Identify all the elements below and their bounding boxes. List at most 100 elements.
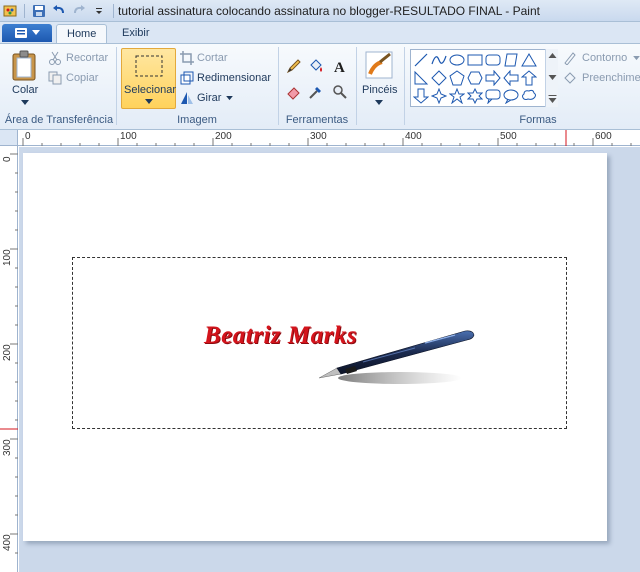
magnifier-tool[interactable]	[330, 82, 350, 102]
resize-icon	[180, 71, 194, 85]
brushes-label: Pincéis	[362, 84, 398, 96]
fill-bucket-icon	[564, 72, 576, 84]
resize-button[interactable]: Redimensionar	[180, 70, 276, 86]
group-separator	[278, 47, 279, 125]
ruler-label: 400	[405, 131, 422, 142]
rounded-rectangle-shape-icon[interactable]	[485, 52, 501, 68]
scissors-icon	[49, 51, 61, 65]
oval-callout-shape-icon[interactable]	[503, 88, 519, 104]
customize-qat-chevron-icon[interactable]	[91, 3, 107, 19]
chevron-down-icon	[226, 96, 233, 101]
four-point-star-shape-icon[interactable]	[431, 88, 447, 104]
copy-label: Copiar	[66, 72, 99, 84]
group-separator	[356, 47, 357, 125]
copy-button[interactable]: Copiar	[48, 70, 114, 86]
hexagon-shape-icon[interactable]	[467, 70, 483, 86]
copy-icon	[48, 71, 62, 85]
group-separator	[116, 47, 117, 125]
window-title: tutorial assinatura colocando assinatura…	[118, 4, 540, 18]
rectangle-shape-icon[interactable]	[467, 52, 483, 68]
up-arrow-shape-icon[interactable]	[521, 70, 537, 86]
select-button[interactable]: Selecionar	[121, 48, 176, 109]
ruler-corner	[0, 130, 18, 146]
brushes-button[interactable]: Pincéis	[360, 48, 400, 108]
ruler-label: 600	[595, 131, 612, 142]
rotate-label: Girar	[197, 92, 222, 104]
select-label: Selecionar	[124, 84, 176, 96]
rounded-callout-shape-icon[interactable]	[485, 88, 501, 104]
paint-menu-button[interactable]	[2, 24, 52, 42]
pencil-tool[interactable]	[284, 56, 304, 76]
cloud-callout-shape-icon[interactable]	[521, 88, 537, 104]
ruler-label: 300	[310, 131, 327, 142]
fill-tool[interactable]	[306, 56, 326, 76]
curve-shape-icon[interactable]	[431, 52, 447, 68]
paste-label: Colar	[12, 84, 39, 96]
pentagon-shape-icon[interactable]	[449, 70, 465, 86]
vertical-ruler: 0 100 200 300 400	[0, 146, 18, 572]
clipboard-group-label: Área de Transferência	[4, 114, 114, 126]
ruler-label: 300	[2, 439, 13, 456]
ruler-label: 100	[2, 249, 13, 266]
polygon-shape-icon[interactable]	[503, 52, 519, 68]
ribbon-tab-row: Home Exibir	[0, 22, 640, 44]
pen-image	[318, 330, 475, 384]
outline-button[interactable]: Contorno	[563, 50, 640, 66]
outline-pen-icon	[564, 52, 576, 65]
chevron-down-icon	[633, 56, 640, 61]
text-icon: A	[334, 60, 345, 74]
ruler-label: 100	[120, 131, 137, 142]
svg-text:A: A	[334, 60, 345, 74]
tab-home[interactable]: Home	[56, 24, 108, 44]
right-arrow-shape-icon[interactable]	[485, 70, 501, 86]
scroll-down-icon[interactable]	[548, 75, 557, 81]
ruler-label: 200	[215, 131, 232, 142]
line-shape-icon[interactable]	[413, 52, 429, 68]
oval-shape-icon[interactable]	[449, 52, 465, 68]
left-arrow-shape-icon[interactable]	[503, 70, 519, 86]
save-icon[interactable]	[31, 3, 47, 19]
crop-label: Cortar	[197, 52, 228, 64]
brush-icon	[365, 51, 393, 79]
cut-label: Recortar	[66, 52, 109, 64]
rotate-icon	[181, 92, 193, 104]
ruler-label: 0	[2, 156, 13, 162]
fill-button[interactable]: Preenchime	[563, 70, 640, 86]
right-triangle-shape-icon[interactable]	[413, 70, 429, 86]
diamond-shape-icon[interactable]	[431, 70, 447, 86]
eyedropper-icon	[309, 87, 321, 99]
chevron-down-icon	[145, 99, 153, 104]
cut-button[interactable]: Recortar	[48, 50, 114, 66]
eraser-icon	[287, 87, 300, 100]
six-point-star-shape-icon[interactable]	[467, 88, 483, 104]
scroll-up-icon[interactable]	[548, 53, 557, 59]
undo-icon[interactable]	[51, 3, 67, 19]
shapes-gallery	[410, 49, 558, 107]
group-separator	[404, 47, 405, 125]
paint-app-icon[interactable]	[2, 3, 18, 19]
ruler-label: 200	[2, 344, 13, 361]
five-point-star-shape-icon[interactable]	[449, 88, 465, 104]
gallery-expand-icon[interactable]	[548, 95, 557, 103]
magnifier-icon	[333, 85, 347, 99]
tools-group-label: Ferramentas	[285, 114, 349, 126]
text-tool[interactable]: A	[330, 56, 350, 76]
rotate-button[interactable]: Girar	[180, 90, 240, 106]
crop-icon	[180, 51, 194, 65]
shapes-gallery-scroll[interactable]	[545, 49, 558, 107]
qat-separator	[24, 4, 25, 18]
qat-separator	[113, 4, 114, 18]
paste-button[interactable]: Colar	[6, 48, 44, 108]
tab-exibir[interactable]: Exibir	[112, 24, 160, 44]
chevron-down-icon	[21, 100, 29, 105]
down-arrow-shape-icon[interactable]	[413, 88, 429, 104]
title-bar: tutorial assinatura colocando assinatura…	[0, 0, 640, 22]
fill-label: Preenchime	[582, 72, 640, 84]
crop-button[interactable]: Cortar	[180, 50, 240, 66]
color-picker-tool[interactable]	[306, 82, 326, 102]
horizontal-ruler: 0 100 200 300 400 500 600	[18, 130, 640, 146]
eraser-tool[interactable]	[284, 82, 304, 102]
triangle-shape-icon[interactable]	[521, 52, 537, 68]
redo-icon[interactable]	[71, 3, 87, 19]
image-group-label: Imagem	[177, 114, 217, 126]
